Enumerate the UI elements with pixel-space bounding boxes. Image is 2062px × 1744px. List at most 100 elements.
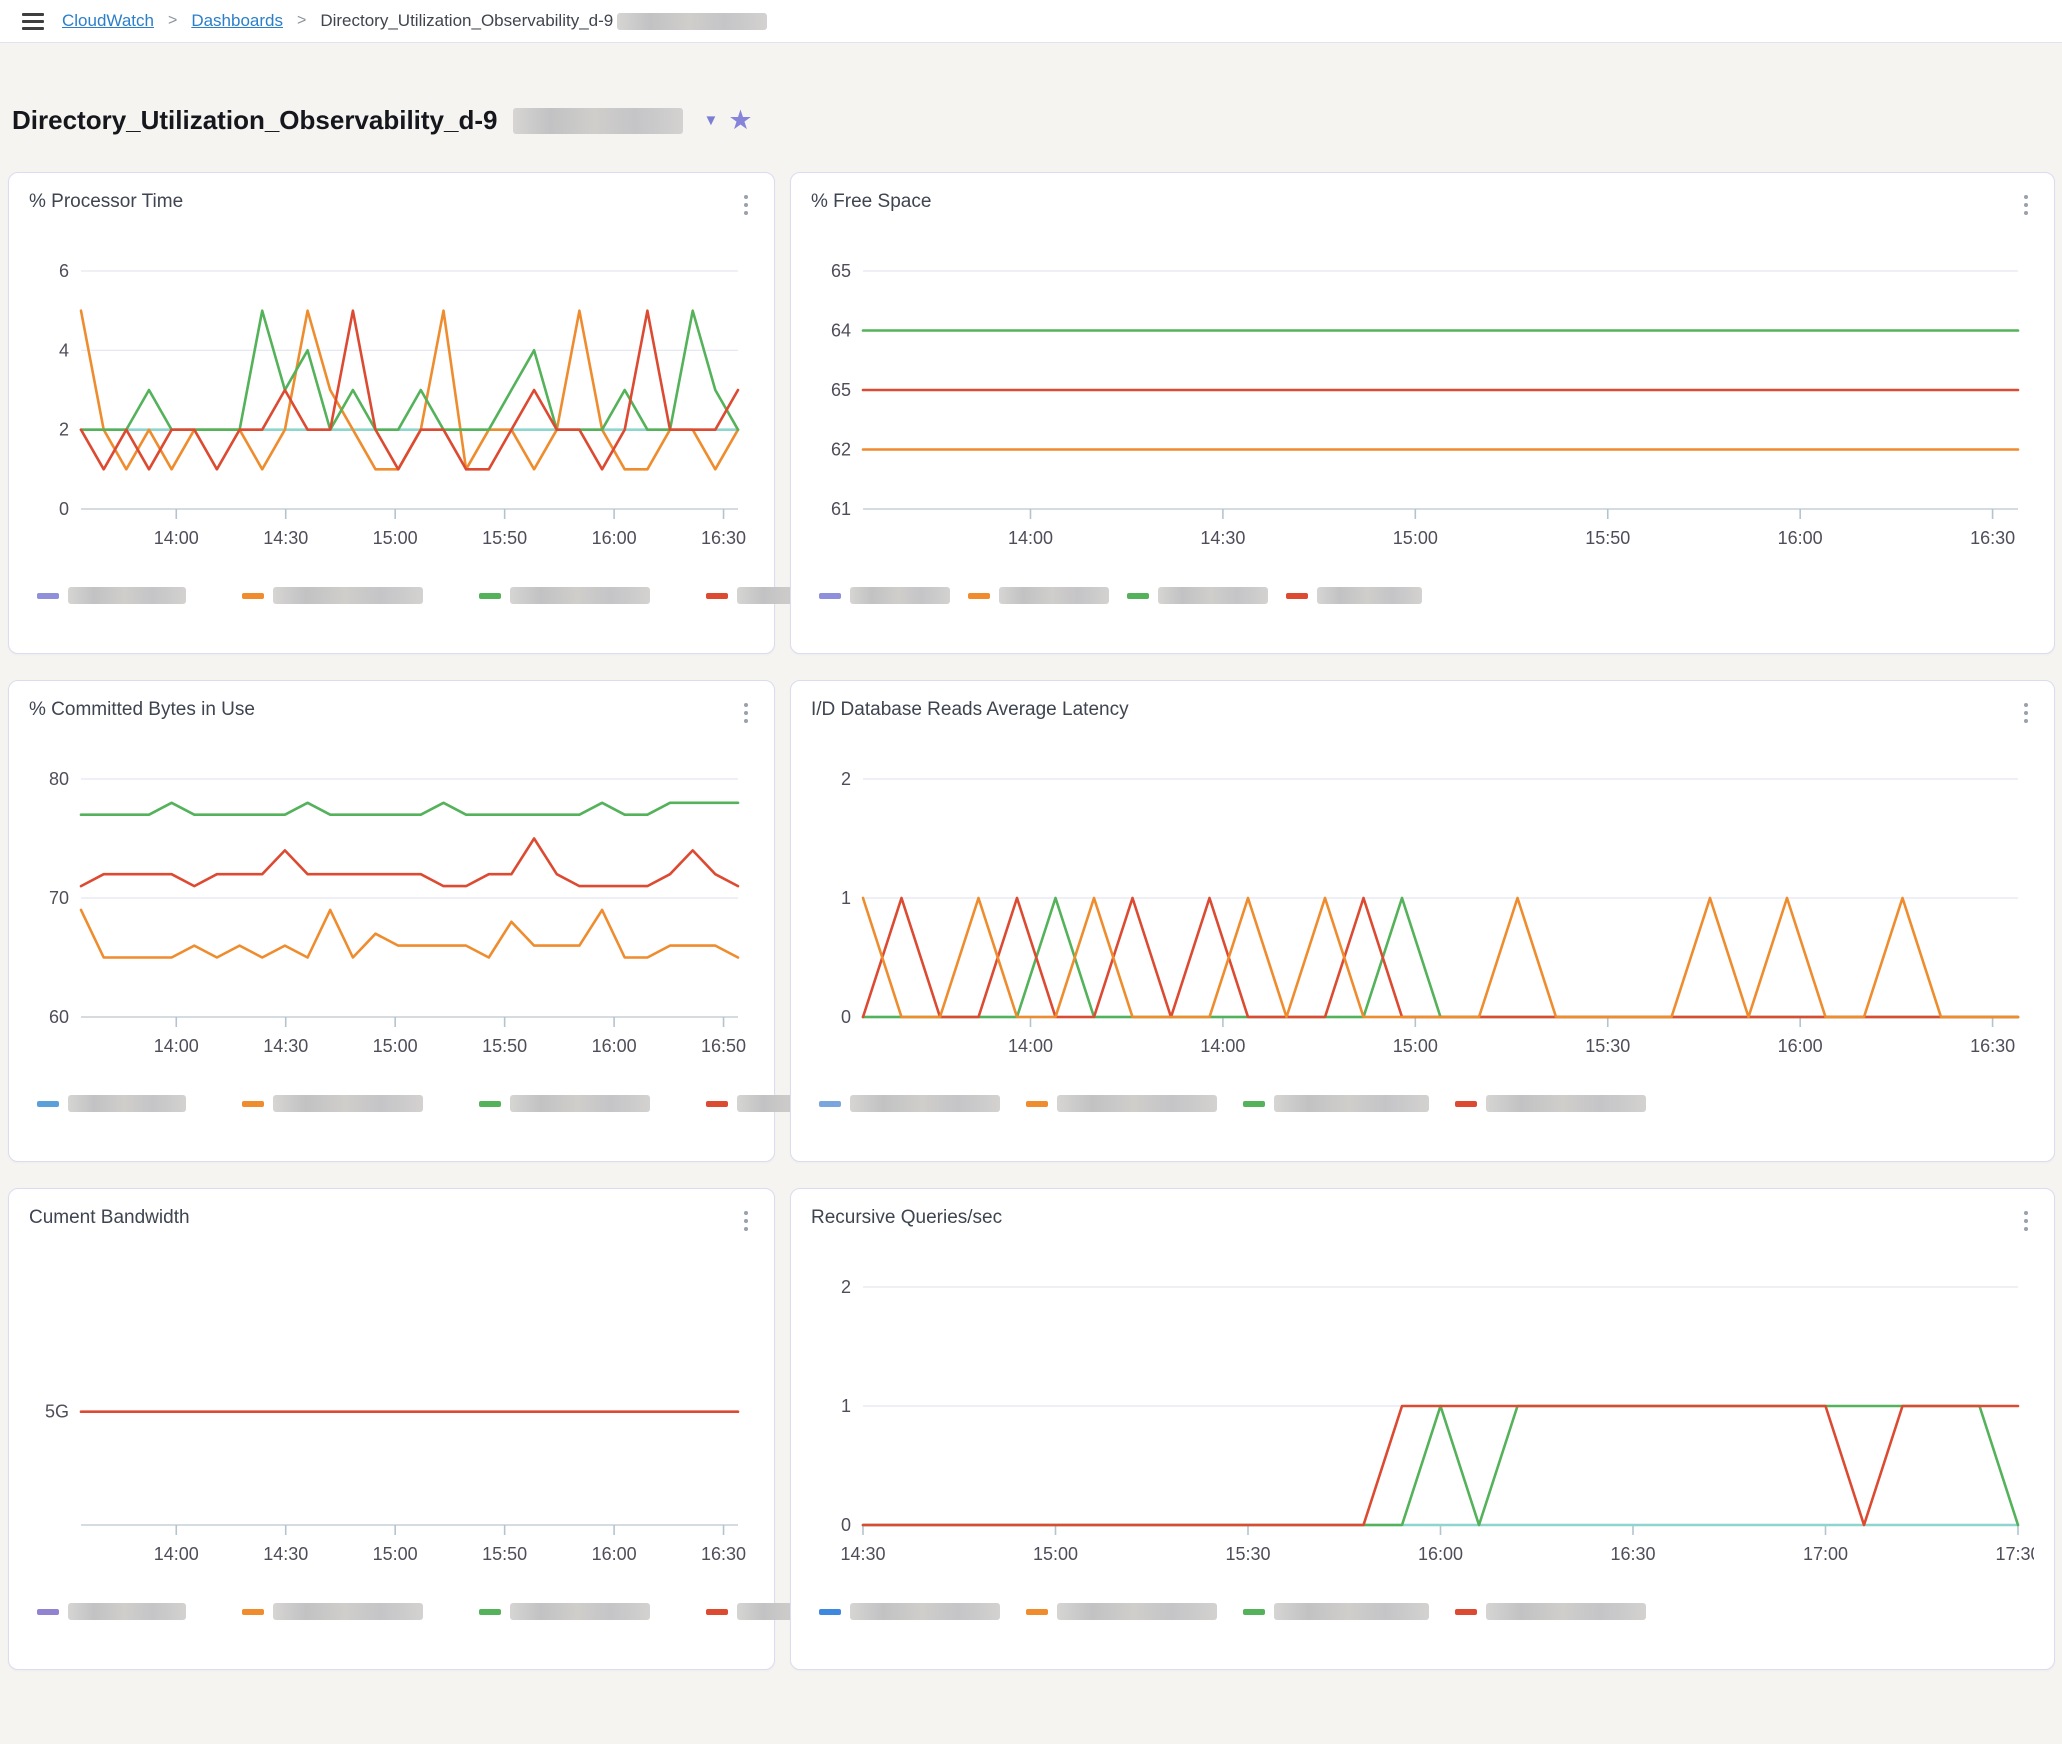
line-chart-recursive-queries: 14:3015:0015:3016:0016:3017:0017:30210	[811, 1241, 2034, 1589]
legend-label-redacted	[999, 587, 1109, 604]
legend-label-redacted	[1274, 1095, 1429, 1112]
legend-label-redacted	[1057, 1603, 1217, 1620]
kebab-menu-icon[interactable]	[738, 699, 754, 727]
panel-title: % Committed Bytes in Use	[29, 699, 255, 721]
legend-item[interactable]	[242, 1603, 423, 1620]
legend-swatch	[242, 1101, 264, 1107]
legend-item[interactable]	[37, 1603, 186, 1620]
legend-item[interactable]	[1286, 587, 1422, 604]
favorite-star-icon[interactable]: ★	[728, 107, 752, 134]
panel-title: Recursive Queries/sec	[811, 1207, 1002, 1229]
kebab-menu-icon[interactable]	[2018, 1207, 2034, 1235]
legend-item[interactable]	[968, 587, 1109, 604]
chart-legend	[819, 1603, 2034, 1620]
panel-title: Cument Bandwidth	[29, 1207, 190, 1229]
legend-swatch	[37, 1609, 59, 1615]
chart-legend	[819, 587, 2034, 604]
line-chart-committed-bytes: 14:0014:3015:0015:5016:0016:50807060	[29, 733, 754, 1081]
legend-item[interactable]	[37, 587, 186, 604]
svg-text:14:00: 14:00	[1200, 1036, 1245, 1056]
legend-label-redacted	[68, 1603, 186, 1620]
svg-text:15:00: 15:00	[373, 528, 418, 548]
legend-label-redacted	[1158, 587, 1268, 604]
legend-item[interactable]	[1026, 1095, 1217, 1112]
chevron-down-icon[interactable]: ▼	[703, 112, 718, 129]
legend-item[interactable]	[1455, 1603, 1646, 1620]
svg-text:14:30: 14:30	[263, 1544, 308, 1564]
line-chart-current-bandwidth: 14:0014:3015:0015:5016:0016:305G	[29, 1241, 754, 1589]
svg-text:0: 0	[841, 1515, 851, 1535]
svg-text:16:00: 16:00	[592, 1544, 637, 1564]
svg-text:0: 0	[59, 499, 69, 519]
dashboard-header: Directory_Utilization_Observability_d-9 …	[12, 105, 2062, 136]
page-title: Directory_Utilization_Observability_d-9	[12, 105, 497, 136]
legend-swatch	[706, 1101, 728, 1107]
line-chart-database-reads-latency: 14:0014:0015:0015:3016:0016:30210	[811, 733, 2034, 1081]
hamburger-menu-icon[interactable]	[22, 13, 44, 30]
legend-item[interactable]	[479, 587, 650, 604]
svg-text:16:30: 16:30	[701, 528, 746, 548]
legend-swatch	[706, 1609, 728, 1615]
legend-label-redacted	[510, 587, 650, 604]
legend-item[interactable]	[819, 1095, 1000, 1112]
legend-item[interactable]	[1455, 1095, 1646, 1112]
panel-database-reads-latency: I/D Database Reads Average Latency 14:00…	[790, 680, 2055, 1162]
svg-text:16:50: 16:50	[701, 1036, 746, 1056]
legend-label-redacted	[1486, 1603, 1646, 1620]
legend-item[interactable]	[1243, 1095, 1429, 1112]
svg-text:70: 70	[49, 888, 69, 908]
legend-swatch	[37, 593, 59, 599]
legend-label-redacted	[1274, 1603, 1429, 1620]
svg-text:2: 2	[59, 420, 69, 440]
redacted-text	[617, 13, 767, 30]
breadcrumb-dashboards[interactable]: Dashboards	[191, 11, 283, 31]
legend-swatch	[706, 593, 728, 599]
panel-current-bandwidth: Cument Bandwidth 14:0014:3015:0015:5016:…	[8, 1188, 775, 1670]
svg-text:16:30: 16:30	[1970, 528, 2015, 548]
legend-label-redacted	[850, 1095, 1000, 1112]
legend-item[interactable]	[819, 1603, 1000, 1620]
breadcrumb-current-text: Directory_Utilization_Observability_d-9	[320, 11, 613, 31]
svg-text:17:00: 17:00	[1803, 1544, 1848, 1564]
legend-item[interactable]	[1026, 1603, 1217, 1620]
legend-item[interactable]	[479, 1095, 650, 1112]
svg-text:14:00: 14:00	[1008, 528, 1053, 548]
legend-item[interactable]	[819, 587, 950, 604]
svg-text:62: 62	[831, 440, 851, 460]
legend-swatch	[819, 1609, 841, 1615]
chart-legend	[37, 1603, 754, 1620]
kebab-menu-icon[interactable]	[2018, 191, 2034, 219]
legend-swatch	[1026, 1101, 1048, 1107]
legend-item[interactable]	[242, 587, 423, 604]
legend-swatch	[1127, 593, 1149, 599]
svg-text:0: 0	[841, 1007, 851, 1027]
svg-text:64: 64	[831, 321, 851, 341]
chart-legend	[819, 1095, 2034, 1112]
chart-legend	[37, 1095, 754, 1112]
legend-item[interactable]	[1243, 1603, 1429, 1620]
svg-text:15:00: 15:00	[1393, 1036, 1438, 1056]
legend-label-redacted	[273, 587, 423, 604]
legend-item[interactable]	[1127, 587, 1268, 604]
legend-swatch	[1243, 1101, 1265, 1107]
panel-recursive-queries: Recursive Queries/sec 14:3015:0015:3016:…	[790, 1188, 2055, 1670]
svg-text:15:50: 15:50	[482, 1036, 527, 1056]
svg-text:15:50: 15:50	[482, 1544, 527, 1564]
breadcrumb-cloudwatch[interactable]: CloudWatch	[62, 11, 154, 31]
legend-item[interactable]	[37, 1095, 186, 1112]
legend-label-redacted	[68, 587, 186, 604]
kebab-menu-icon[interactable]	[738, 191, 754, 219]
legend-label-redacted	[510, 1603, 650, 1620]
legend-swatch	[1455, 1609, 1477, 1615]
legend-swatch	[37, 1101, 59, 1107]
svg-text:15:30: 15:30	[1585, 1036, 1630, 1056]
svg-text:17:30: 17:30	[1995, 1544, 2034, 1564]
legend-item[interactable]	[242, 1095, 423, 1112]
kebab-menu-icon[interactable]	[738, 1207, 754, 1235]
kebab-menu-icon[interactable]	[2018, 699, 2034, 727]
legend-item[interactable]	[479, 1603, 650, 1620]
legend-label-redacted	[850, 1603, 1000, 1620]
legend-label-redacted	[1486, 1095, 1646, 1112]
legend-swatch	[1455, 1101, 1477, 1107]
top-navigation-bar: CloudWatch > Dashboards > Directory_Util…	[0, 0, 2062, 43]
